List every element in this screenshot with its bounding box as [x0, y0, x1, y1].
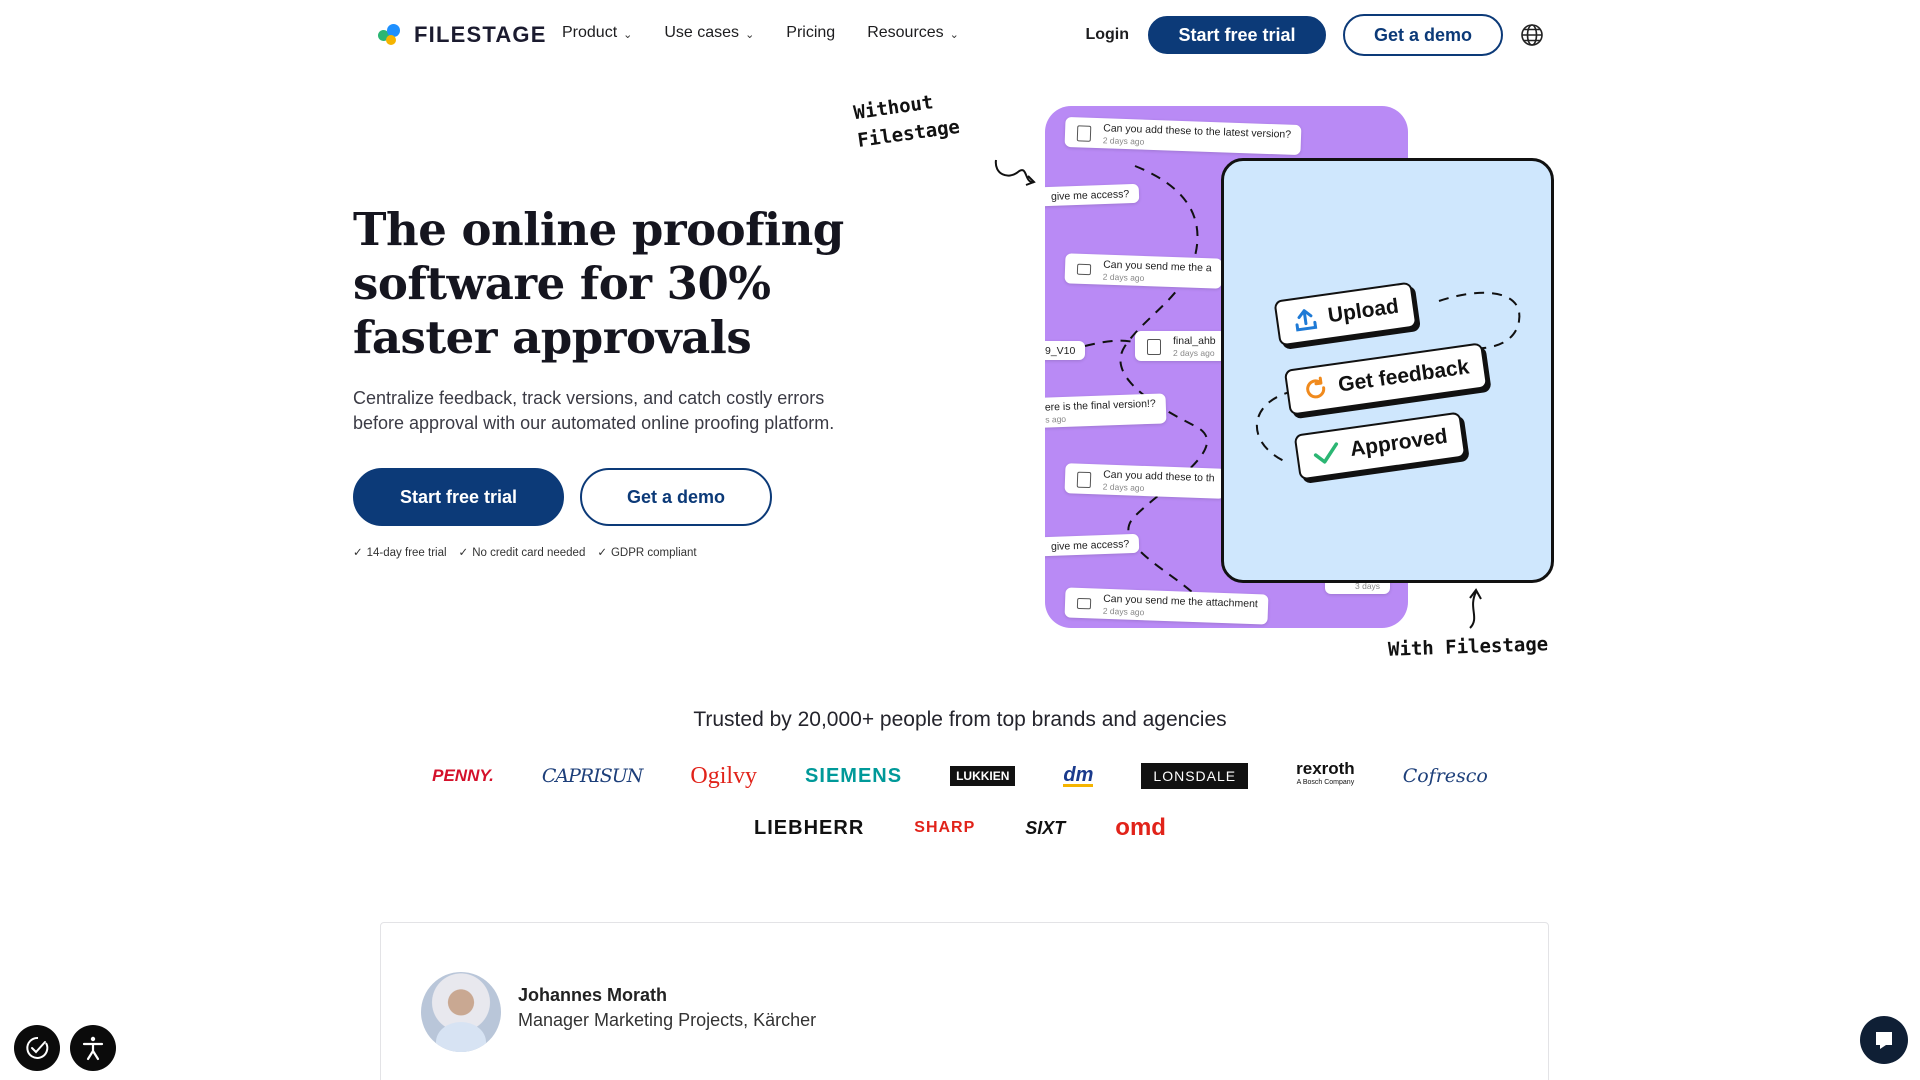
- message-card: Can you send me the a 2 days ago: [1064, 253, 1223, 289]
- accessibility-icon[interactable]: [70, 1025, 116, 1071]
- nav-item-label: Use cases: [664, 24, 740, 41]
- message-card: ere is the final version!? s ago: [1045, 393, 1167, 429]
- logo-lonsdale: LONSDALE: [1141, 763, 1249, 789]
- checkmark-icon: ✓: [458, 547, 469, 559]
- hero-benefits: ✓ 14-day free trial ✓ No credit card neede…: [353, 545, 697, 559]
- testimonial-name: Johannes Morath: [518, 985, 668, 1005]
- nav-item-label: Product: [562, 24, 618, 41]
- message-card: Can you add these to th 2 days ago: [1064, 463, 1225, 499]
- file-icon: [1147, 339, 1161, 355]
- logo-liebherr: LIEBHERR: [754, 816, 865, 839]
- hero-get-a-demo-button[interactable]: Get a demo: [580, 468, 772, 526]
- top-navigation: FILESTAGE Product ⌄ Use cases ⌄ Pricing …: [0, 14, 1920, 56]
- avatar: [421, 972, 501, 1052]
- cookie-consent-icon[interactable]: [14, 1025, 60, 1071]
- chevron-down-icon: ⌄: [949, 28, 959, 41]
- main-menu: Product ⌄ Use cases ⌄ Pricing Resources …: [562, 24, 959, 42]
- mail-icon: [1076, 597, 1092, 610]
- logo-lukkien: LUKKIEN: [950, 766, 1016, 786]
- hero-start-free-trial-button[interactable]: Start free trial: [353, 468, 564, 526]
- refresh-icon: [1306, 376, 1326, 399]
- nav-item-use-cases[interactable]: Use cases ⌄: [664, 24, 754, 42]
- logo-rexroth: rexroth A Bosch Company: [1296, 759, 1355, 786]
- with-filestage-label: With Filestage: [1387, 633, 1549, 661]
- globe-icon[interactable]: [1520, 23, 1544, 47]
- benefit-item: ✓ GDPR compliant: [597, 547, 697, 559]
- logo-penny: PENNY.: [432, 766, 494, 785]
- get-a-demo-button[interactable]: Get a demo: [1343, 14, 1503, 56]
- checkmark-icon: ✓: [353, 547, 363, 559]
- trusted-heading: Trusted by 20,000+ people from top brand…: [693, 708, 1227, 731]
- with-filestage-panel: Upload Get feedback Approved: [1221, 158, 1554, 583]
- chevron-down-icon: ⌄: [623, 28, 633, 41]
- nav-item-label: Pricing: [786, 24, 836, 41]
- logo-cofresco: Cofresco: [1402, 765, 1488, 787]
- message-card: final_ahb 2 days ago: [1135, 331, 1226, 361]
- logo-dm: dm: [1063, 763, 1094, 787]
- filestage-logo[interactable]: FILESTAGE: [378, 22, 547, 48]
- benefit-item: ✓ 14-day free trial: [353, 547, 447, 559]
- file-icon: [1076, 125, 1092, 142]
- nav-item-label: Resources: [867, 24, 944, 41]
- up-arrow-icon: [1469, 588, 1482, 629]
- nav-item-product[interactable]: Product ⌄: [562, 24, 632, 42]
- hero-illustration: Can you add these to the latest version?…: [852, 91, 1580, 668]
- brand-logos-row: PENNY. CAPRISUN Ogilvy SIEMENS LUKKIEN d…: [0, 759, 1920, 790]
- testimonial-role: Manager Marketing Projects, Kärcher: [518, 1010, 817, 1030]
- logo-text: FILESTAGE: [414, 22, 547, 47]
- logo-mark-icon: [378, 22, 408, 48]
- logo-sharp: SHARP: [914, 819, 976, 836]
- nav-item-pricing[interactable]: Pricing: [786, 24, 835, 42]
- logo-ogilvy: Ogilvy: [690, 762, 758, 789]
- mail-icon: [1076, 263, 1092, 276]
- chat-icon[interactable]: [1860, 1016, 1908, 1064]
- benefit-item: ✓ No credit card needed: [458, 547, 586, 559]
- logo-siemens: SIEMENS: [805, 764, 903, 787]
- testimonial-card: Johannes Morath Manager Marketing Projec…: [380, 922, 1549, 1080]
- hero-subtitle: Centralize feedback, track versions, and…: [353, 388, 835, 433]
- check-icon: [1313, 442, 1339, 464]
- without-filestage-label: Without Filestage: [852, 91, 962, 152]
- brand-logos-row: LIEBHERR SHARP SIXT omd: [0, 814, 1920, 842]
- file-icon: [1076, 471, 1092, 489]
- hero-title: The online proofing software for 30% fas…: [353, 203, 844, 364]
- checkmark-icon: ✓: [597, 547, 607, 559]
- logo-omd: omd: [1115, 814, 1166, 841]
- nav-actions: Login Start free trial Get a demo: [1085, 14, 1544, 56]
- message-card: 9_V10: [1045, 341, 1086, 360]
- chevron-down-icon: ⌄: [745, 28, 755, 41]
- nav-item-resources[interactable]: Resources ⌄: [867, 24, 959, 42]
- login-link[interactable]: Login: [1085, 26, 1129, 44]
- logo-sixt: SIXT: [1025, 817, 1066, 838]
- logo-caprisun: CAPRISUN: [541, 765, 644, 787]
- upload-icon: [1295, 309, 1318, 332]
- start-free-trial-button[interactable]: Start free trial: [1148, 16, 1326, 54]
- curly-arrow-icon: [994, 159, 1036, 186]
